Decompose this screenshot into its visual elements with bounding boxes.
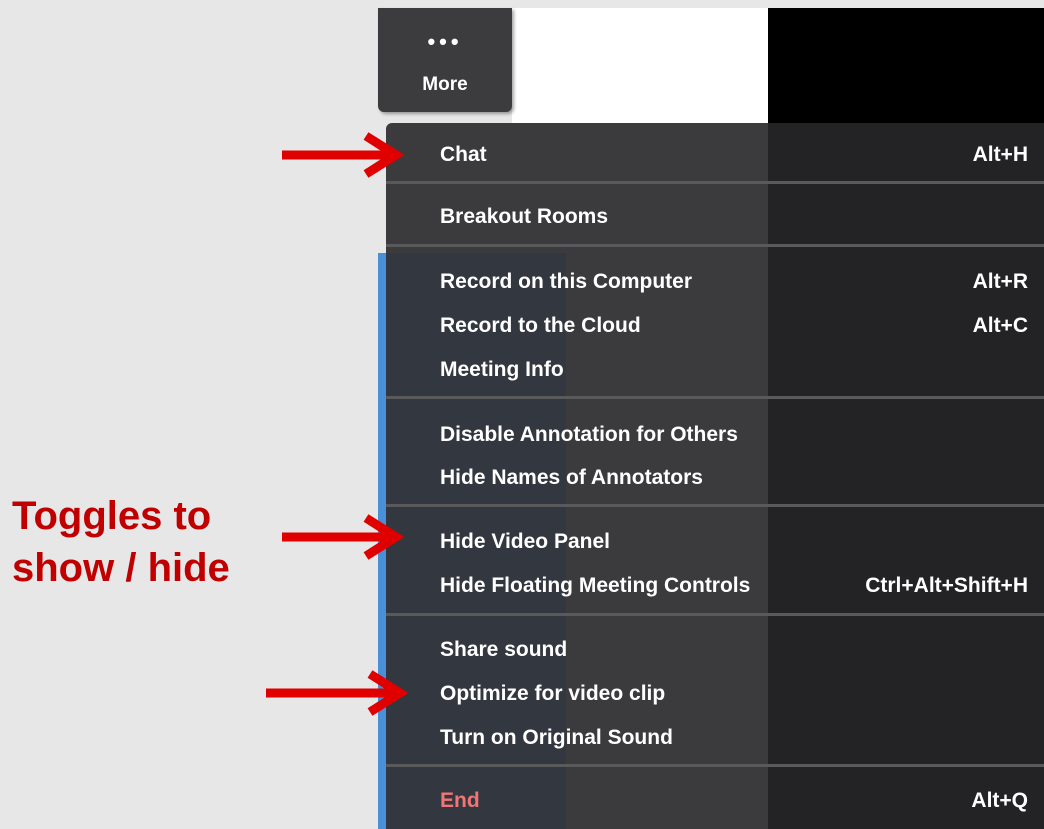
menu-separator: [386, 244, 1044, 247]
menu-item-chat[interactable]: Chat Alt+H: [386, 135, 1044, 175]
menu-item-end[interactable]: End Alt+Q: [386, 781, 1044, 821]
menu-item-original-sound[interactable]: Turn on Original Sound: [386, 718, 1044, 758]
menu-item-share-sound[interactable]: Share sound: [386, 630, 1044, 670]
menu-item-meeting-info[interactable]: Meeting Info: [386, 350, 1044, 390]
arrow-right-icon: [282, 132, 405, 178]
more-dots-icon: •••: [427, 29, 463, 54]
menu-separator: [386, 181, 1044, 184]
more-menu: Chat Alt+H Breakout Rooms Record on this…: [386, 123, 1044, 829]
menu-item-record-cloud[interactable]: Record to the Cloud Alt+C: [386, 306, 1044, 346]
menu-item-breakout-rooms[interactable]: Breakout Rooms: [386, 197, 1044, 237]
menu-separator: [386, 396, 1044, 399]
menu-item-record-computer[interactable]: Record on this Computer Alt+R: [386, 262, 1044, 302]
menu-separator: [386, 764, 1044, 767]
menu-separator: [386, 504, 1044, 507]
menu-item-hide-floating-controls[interactable]: Hide Floating Meeting Controls Ctrl+Alt+…: [386, 566, 1044, 606]
annotation-note: Toggles to show / hide: [12, 490, 230, 594]
more-button-label: More: [422, 74, 468, 95]
annotation-line-2: show / hide: [12, 546, 230, 590]
menu-item-hide-video-panel[interactable]: Hide Video Panel: [386, 522, 1044, 562]
menu-item-hide-annotator-names[interactable]: Hide Names of Annotators: [386, 458, 1044, 498]
video-area-white: [512, 8, 768, 123]
more-button[interactable]: ••• More: [378, 8, 512, 112]
menu-separator: [386, 613, 1044, 616]
menu-item-disable-annotation[interactable]: Disable Annotation for Others: [386, 415, 1044, 455]
video-area-black: [768, 8, 1044, 123]
arrow-right-icon: [282, 514, 405, 560]
menu-item-optimize-video[interactable]: Optimize for video clip: [386, 674, 1044, 714]
arrow-right-icon: [266, 670, 409, 716]
annotation-line-1: Toggles to: [12, 494, 212, 538]
